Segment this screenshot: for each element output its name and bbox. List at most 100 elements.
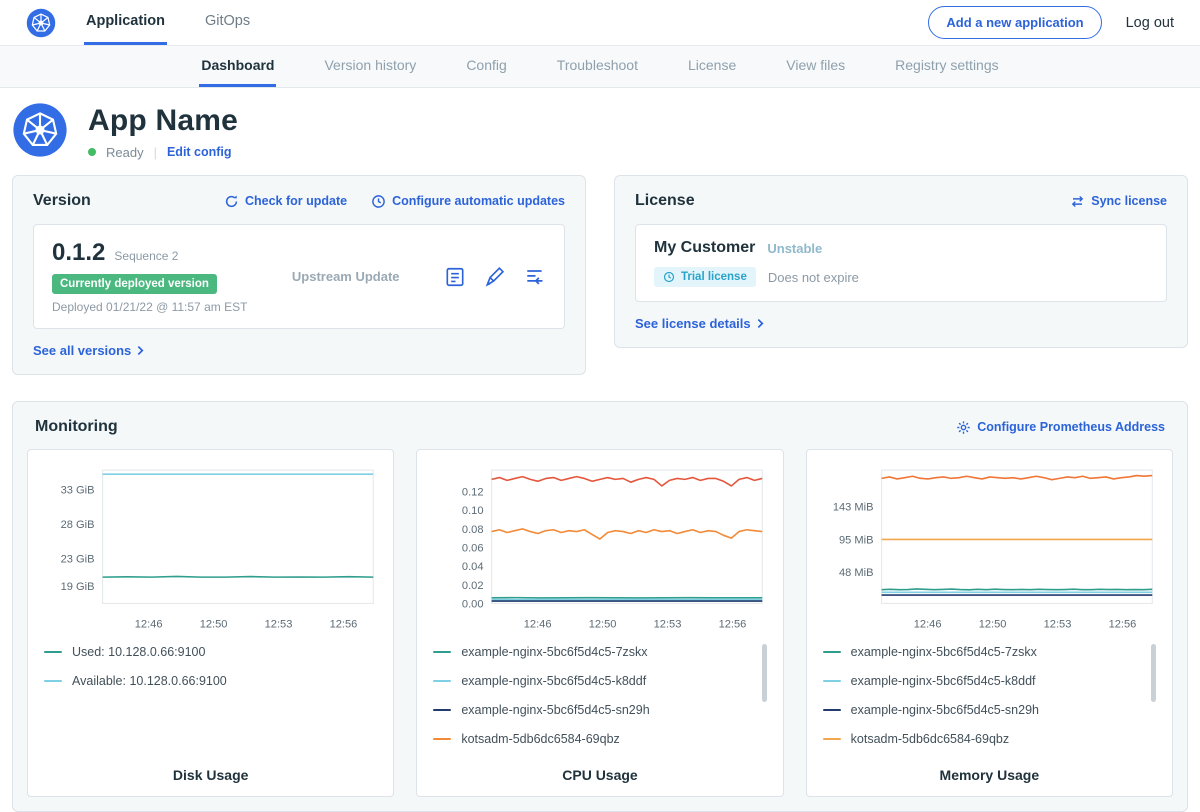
edit-config-icon[interactable]	[484, 266, 506, 288]
page-title: App Name	[88, 104, 238, 138]
cpu-usage-legend: example-nginx-5bc6f5d4c5-7zskx example-ng…	[429, 638, 770, 754]
svg-text:19 GiB: 19 GiB	[61, 581, 95, 593]
svg-text:0.04: 0.04	[462, 561, 484, 573]
current-version-box: 0.1.2 Sequence 2 Currently deployed vers…	[33, 224, 565, 329]
legend-label: Used: 10.128.0.66:9100	[72, 645, 205, 659]
cpu-usage-chart-card: 0.120.100.080.060.040.020.0012:4612:5012…	[416, 449, 783, 797]
memory-usage-legend: example-nginx-5bc6f5d4c5-7zskx example-ng…	[819, 638, 1160, 754]
version-sequence: Sequence 2	[114, 249, 178, 263]
tab-dashboard[interactable]: Dashboard	[199, 46, 276, 87]
charts-row: 33 GiB 28 GiB 23 GiB 19 GiB 12:46 12:50 12:53 1…	[27, 449, 1173, 797]
svg-text:12:56: 12:56	[719, 619, 747, 631]
legend-label: kotsadm-5db6dc6584-69qbz	[461, 732, 619, 746]
trial-license-badge: Trial license	[654, 267, 756, 287]
license-channel: Unstable	[767, 241, 822, 256]
svg-text:0.02: 0.02	[462, 580, 484, 592]
sync-license-link[interactable]: Sync license	[1070, 194, 1167, 209]
svg-text:12:50: 12:50	[589, 619, 617, 631]
add-application-button[interactable]: Add a new application	[928, 6, 1101, 39]
logout-link[interactable]: Log out	[1126, 15, 1174, 31]
legend-scrollbar[interactable]	[1151, 644, 1156, 702]
memory-usage-plot: 143 MiB95 MiB48 MiB12:4612:5012:5312:56	[819, 462, 1160, 634]
legend-item: kotsadm-5db6dc6584-69qbz	[819, 725, 1144, 754]
svg-text:12:46: 12:46	[524, 619, 552, 631]
legend-item: example-nginx-5bc6f5d4c5-7zskx	[819, 638, 1144, 667]
svg-text:12:53: 12:53	[1043, 619, 1071, 631]
legend-label: example-nginx-5bc6f5d4c5-k8ddf	[461, 674, 646, 688]
legend-label: example-nginx-5bc6f5d4c5-k8ddf	[851, 674, 1036, 688]
chevron-right-icon	[137, 345, 144, 356]
chevron-right-icon	[757, 318, 764, 329]
version-number: 0.1.2	[52, 239, 105, 267]
edit-config-link[interactable]: Edit config	[167, 145, 232, 159]
disk-usage-plot: 33 GiB28 GiB23 GiB19 GiB12:4612:5012:531…	[40, 462, 381, 634]
tab-version-history[interactable]: Version history	[322, 46, 418, 87]
refresh-icon	[224, 194, 239, 209]
legend-swatch	[823, 738, 841, 740]
svg-text:48 MiB: 48 MiB	[839, 567, 874, 579]
configure-prometheus-link[interactable]: Configure Prometheus Address	[956, 420, 1165, 435]
legend-swatch	[433, 738, 451, 740]
version-card: Version Check for update Configure autom…	[12, 175, 586, 375]
chart-title: CPU Usage	[429, 754, 770, 783]
legend-swatch	[44, 651, 62, 653]
app-icon	[12, 102, 68, 161]
legend-label: example-nginx-5bc6f5d4c5-sn29h	[461, 703, 649, 717]
top-navbar: Application GitOps Add a new application…	[0, 0, 1200, 46]
topnav-tabs: Application GitOps	[84, 0, 252, 45]
disk-usage-chart-card: 33 GiB28 GiB23 GiB19 GiB12:4612:5012:531…	[27, 449, 394, 797]
legend-item: kotsadm-5db6dc6584-69qbz	[429, 725, 754, 754]
license-box: My Customer Unstable Trial license Does …	[635, 224, 1167, 302]
legend-swatch	[433, 709, 451, 711]
check-for-update-link[interactable]: Check for update	[224, 194, 347, 209]
legend-label: example-nginx-5bc6f5d4c5-7zskx	[851, 645, 1037, 659]
gear-icon	[956, 420, 971, 435]
legend-label: Available: 10.128.0.66:9100	[72, 674, 227, 688]
topnav-right: Add a new application Log out	[928, 0, 1174, 45]
tab-view-files[interactable]: View files	[784, 46, 847, 87]
app-subnav: Dashboard Version history Config Trouble…	[0, 46, 1200, 88]
svg-text:12:53: 12:53	[654, 619, 682, 631]
tab-license[interactable]: License	[686, 46, 738, 87]
legend-item: example-nginx-5bc6f5d4c5-k8ddf	[429, 667, 754, 696]
legend-item: example-nginx-5bc6f5d4c5-k8ddf	[819, 667, 1144, 696]
version-card-title: Version	[33, 192, 91, 210]
cards-row: Version Check for update Configure autom…	[0, 171, 1200, 375]
svg-text:28 GiB: 28 GiB	[61, 519, 95, 531]
legend-swatch	[823, 709, 841, 711]
svg-text:12:50: 12:50	[978, 619, 1006, 631]
legend-item: example-nginx-5bc6f5d4c5-sn29h	[429, 696, 754, 725]
svg-text:12:50: 12:50	[200, 619, 228, 631]
chart-title: Disk Usage	[40, 754, 381, 783]
svg-text:0.06: 0.06	[462, 542, 484, 554]
svg-text:12:56: 12:56	[330, 619, 358, 631]
app-header: App Name Ready | Edit config	[0, 88, 1200, 171]
svg-text:143 MiB: 143 MiB	[832, 502, 873, 514]
tab-registry-settings[interactable]: Registry settings	[893, 46, 1000, 87]
legend-label: example-nginx-5bc6f5d4c5-7zskx	[461, 645, 647, 659]
tab-troubleshoot[interactable]: Troubleshoot	[555, 46, 640, 87]
clock-icon	[371, 194, 386, 209]
tab-application[interactable]: Application	[84, 0, 167, 45]
kubernetes-logo-icon[interactable]	[26, 0, 56, 45]
release-notes-icon[interactable]	[524, 266, 546, 288]
see-all-versions-link[interactable]: See all versions	[33, 343, 144, 358]
customer-name: My Customer	[654, 239, 755, 257]
svg-text:12:53: 12:53	[265, 619, 293, 631]
ready-status-dot	[88, 148, 96, 156]
tab-config[interactable]: Config	[464, 46, 508, 87]
legend-swatch	[823, 680, 841, 682]
legend-scrollbar[interactable]	[762, 644, 767, 702]
see-license-details-link[interactable]: See license details	[635, 316, 764, 331]
svg-text:0.08: 0.08	[462, 524, 484, 536]
svg-text:23 GiB: 23 GiB	[61, 554, 95, 566]
svg-text:12:46: 12:46	[913, 619, 941, 631]
tab-gitops[interactable]: GitOps	[203, 0, 252, 45]
clock-icon	[663, 271, 675, 283]
configure-automatic-updates-link[interactable]: Configure automatic updates	[371, 194, 565, 209]
disk-usage-legend: Used: 10.128.0.66:9100 Available: 10.128.…	[40, 638, 381, 696]
legend-item: Used: 10.128.0.66:9100	[40, 638, 365, 667]
preflight-checks-icon[interactable]	[444, 266, 466, 288]
svg-text:33 GiB: 33 GiB	[61, 484, 95, 496]
deployed-date: Deployed 01/21/22 @ 11:57 am EST	[52, 300, 247, 314]
